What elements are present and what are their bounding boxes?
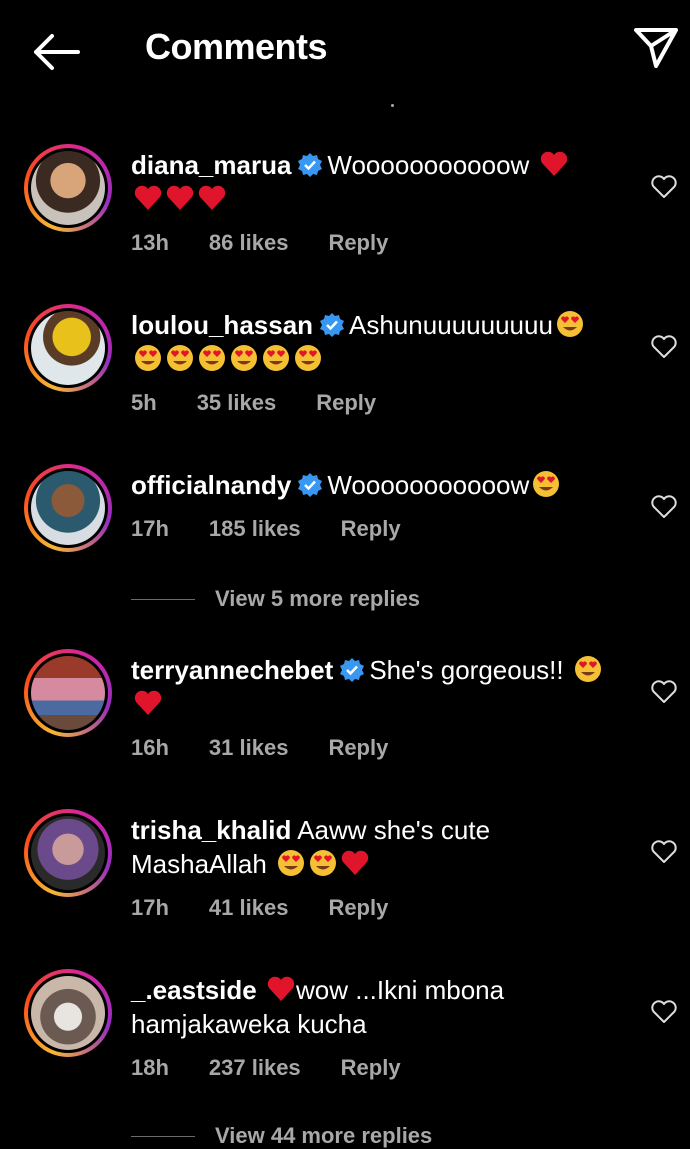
divider	[131, 1135, 195, 1137]
comment-text: _.eastside wow ...Ikni mbona hamjakaweka…	[131, 973, 611, 1041]
comment-meta: 17h 185 likes Reply	[131, 516, 401, 542]
username[interactable]: _.eastside	[131, 975, 257, 1005]
heart-eyes-emoji-icon	[295, 345, 321, 371]
like-heart-icon[interactable]	[650, 174, 678, 200]
heart-emoji-icon	[134, 690, 162, 715]
comment-time: 5h	[131, 390, 157, 415]
comment-body: Wooooooooooow	[327, 470, 530, 500]
reply-button[interactable]: Reply	[328, 735, 388, 761]
view-more-replies-label[interactable]: View 44 more replies	[215, 1123, 432, 1149]
heart-emoji-icon	[198, 185, 226, 210]
comment-body: Wooooooooooow	[327, 150, 530, 180]
comment-time: 16h	[131, 735, 169, 760]
heart-eyes-emoji-icon	[231, 345, 257, 371]
likes-count[interactable]: 237 likes	[209, 1055, 301, 1081]
comment-text: diana_marua Wooooooooooow	[131, 148, 611, 216]
avatar[interactable]	[24, 649, 112, 737]
avatar[interactable]	[24, 464, 112, 552]
comment-time: 18h	[131, 1055, 169, 1080]
avatar[interactable]	[24, 304, 112, 392]
heart-emoji-icon	[267, 976, 295, 1001]
heart-eyes-emoji-icon	[574, 656, 601, 682]
verified-badge-icon	[340, 658, 365, 682]
reply-button[interactable]: Reply	[341, 1055, 401, 1081]
heart-emoji-icon	[341, 850, 369, 875]
likes-count[interactable]: 41 likes	[209, 895, 289, 921]
comment-time: 17h	[131, 516, 169, 541]
heart-eyes-emoji-icon	[167, 345, 193, 371]
send-icon[interactable]	[630, 24, 682, 72]
header-bar: Comments	[0, 0, 690, 100]
comment-meta: 5h 35 likes Reply	[131, 390, 376, 416]
reply-button[interactable]: Reply	[341, 516, 401, 542]
reply-button[interactable]: Reply	[328, 230, 388, 256]
divider	[131, 598, 195, 600]
username[interactable]: loulou_hassan	[131, 310, 313, 340]
avatar[interactable]	[24, 809, 112, 897]
heart-emoji-icon	[166, 185, 194, 210]
loading-dot	[391, 104, 394, 107]
reply-button[interactable]: Reply	[328, 895, 388, 921]
comment-time: 13h	[131, 230, 169, 255]
verified-badge-icon	[298, 153, 323, 177]
heart-emoji-icon	[540, 151, 567, 176]
comment-text: officialnandy Wooooooooooow	[131, 468, 611, 502]
heart-eyes-emoji-icon	[199, 345, 225, 371]
comment-meta: 17h 41 likes Reply	[131, 895, 388, 921]
page-title: Comments	[145, 26, 328, 67]
view-more-replies[interactable]: View 5 more replies	[131, 586, 420, 612]
comment-body: Ashunuuuuuuuuu	[349, 310, 553, 340]
heart-eyes-emoji-icon	[310, 850, 337, 876]
username[interactable]: trisha_khalid	[131, 815, 291, 845]
back-arrow-icon[interactable]	[28, 28, 84, 76]
like-heart-icon[interactable]	[650, 839, 678, 865]
reply-button[interactable]: Reply	[316, 390, 376, 416]
view-more-replies-label[interactable]: View 5 more replies	[215, 586, 420, 612]
avatar[interactable]	[24, 969, 112, 1057]
comment-body: She's gorgeous!!	[369, 655, 564, 685]
like-heart-icon[interactable]	[650, 679, 678, 705]
comment-text: loulou_hassan Ashunuuuuuuuuu	[131, 308, 611, 376]
avatar[interactable]	[24, 144, 112, 232]
like-heart-icon[interactable]	[650, 999, 678, 1025]
view-more-replies[interactable]: View 44 more replies	[131, 1123, 432, 1149]
username[interactable]: diana_marua	[131, 150, 291, 180]
heart-eyes-emoji-icon	[135, 345, 161, 371]
verified-badge-icon	[298, 473, 323, 497]
heart-eyes-emoji-icon	[278, 850, 305, 876]
like-heart-icon[interactable]	[650, 494, 678, 520]
comment-meta: 18h 237 likes Reply	[131, 1055, 401, 1081]
comment-meta: 13h 86 likes Reply	[131, 230, 388, 256]
comment-time: 17h	[131, 895, 169, 920]
heart-emoji-icon	[134, 185, 162, 210]
heart-eyes-emoji-icon	[263, 345, 289, 371]
like-heart-icon[interactable]	[650, 334, 678, 360]
comment-text: terryannechebet She's gorgeous!!	[131, 653, 611, 721]
comment-meta: 16h 31 likes Reply	[131, 735, 388, 761]
heart-eyes-emoji-icon	[556, 311, 583, 337]
likes-count[interactable]: 185 likes	[209, 516, 301, 542]
likes-count[interactable]: 35 likes	[197, 390, 277, 416]
likes-count[interactable]: 31 likes	[209, 735, 289, 761]
heart-eyes-emoji-icon	[533, 471, 560, 497]
likes-count[interactable]: 86 likes	[209, 230, 289, 256]
username[interactable]: officialnandy	[131, 470, 291, 500]
username[interactable]: terryannechebet	[131, 655, 333, 685]
comment-text: trisha_khalid Aaww she's cute MashaAllah	[131, 813, 611, 881]
verified-badge-icon	[320, 313, 345, 337]
